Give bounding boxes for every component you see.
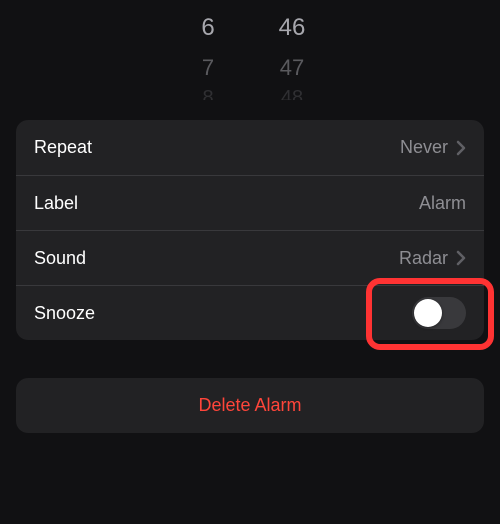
snooze-toggle[interactable] — [412, 297, 466, 329]
chevron-right-icon — [456, 140, 466, 156]
snooze-row: Snooze — [16, 285, 484, 340]
sound-label: Sound — [34, 248, 86, 269]
snooze-label: Snooze — [34, 303, 95, 324]
chevron-right-icon — [456, 250, 466, 266]
alarm-settings-group: Repeat Never Label Alarm Sound Radar Sno… — [16, 120, 484, 340]
repeat-value: Never — [400, 137, 448, 158]
picker-minute: 48 — [274, 87, 310, 101]
sound-row[interactable]: Sound Radar — [16, 230, 484, 285]
delete-alarm-button[interactable]: Delete Alarm — [16, 378, 484, 433]
sound-value: Radar — [399, 248, 448, 269]
repeat-row[interactable]: Repeat Never — [16, 120, 484, 175]
delete-alarm-label: Delete Alarm — [198, 395, 301, 416]
picker-hour: 7 — [190, 55, 226, 81]
repeat-label: Repeat — [34, 137, 92, 158]
picker-minute: 46 — [274, 14, 310, 42]
picker-hour: 6 — [190, 14, 226, 42]
label-label: Label — [34, 193, 78, 214]
label-value: Alarm — [419, 193, 466, 214]
toggle-knob — [414, 299, 442, 327]
picker-minute: 47 — [274, 55, 310, 81]
time-picker[interactable]: 6 46 7 47 8 48 — [0, 0, 500, 100]
picker-hour: 8 — [190, 87, 226, 101]
label-row[interactable]: Label Alarm — [16, 175, 484, 230]
